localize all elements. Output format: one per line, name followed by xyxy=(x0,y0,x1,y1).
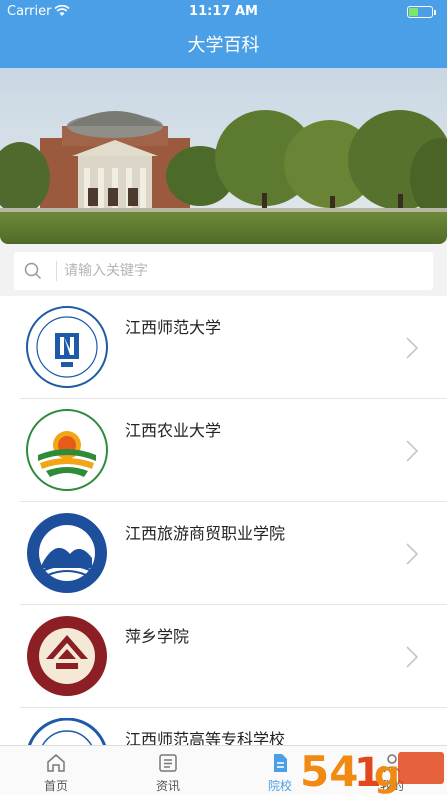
tab-news[interactable]: 资讯 xyxy=(112,746,224,795)
home-icon xyxy=(47,754,65,772)
status-bar: Carrier 11:17 AM xyxy=(0,0,447,24)
clock: 11:17 AM xyxy=(189,4,258,19)
school-logo-pxu xyxy=(27,616,107,696)
school-name: 江西农业大学 xyxy=(125,421,222,440)
school-logo-jxtcvc xyxy=(27,513,107,593)
chevron-right-icon xyxy=(406,646,419,668)
chevron-right-icon xyxy=(406,440,419,462)
search-input[interactable] xyxy=(64,256,424,286)
search-area xyxy=(0,244,447,296)
chevron-right-icon xyxy=(406,543,419,565)
school-list: 江西师范大学 江西农业大学 江西旅游商贸职业学院 萍乡学院 江西师范高等专科学校 xyxy=(0,296,447,745)
search-divider xyxy=(56,261,57,281)
school-name: 萍乡学院 xyxy=(125,627,190,646)
nav-bar: 大学百科 xyxy=(0,24,447,68)
school-name: 江西旅游商贸职业学院 xyxy=(125,524,286,543)
school-icon xyxy=(274,754,287,772)
svg-text:54: 54 xyxy=(300,747,358,795)
page-title: 大学百科 xyxy=(187,35,260,56)
campus-auditorium-photo xyxy=(0,68,447,244)
school-row[interactable]: 江西旅游商贸职业学院 xyxy=(0,502,447,605)
school-name: 江西师范大学 xyxy=(125,318,222,337)
banner-image[interactable] xyxy=(0,68,447,244)
search-box[interactable] xyxy=(14,252,433,290)
svg-text:g: g xyxy=(374,754,400,795)
tab-label: 资讯 xyxy=(155,779,180,793)
tab-home[interactable]: 首页 xyxy=(0,746,112,795)
battery-icon xyxy=(407,6,436,18)
school-row[interactable]: 江西师范大学 xyxy=(0,296,447,399)
school-logo-jxnu xyxy=(26,306,108,388)
school-logo-jxnc xyxy=(27,718,107,745)
chevron-right-icon xyxy=(406,337,419,359)
tab-label: 首页 xyxy=(43,779,68,793)
watermark-logo: 54 1 g xyxy=(300,747,444,795)
news-icon xyxy=(159,754,177,772)
school-logo-jxau xyxy=(26,409,108,491)
school-row[interactable]: 萍乡学院 xyxy=(0,605,447,708)
school-name: 江西师范高等专科学校 xyxy=(125,730,286,745)
search-icon xyxy=(24,262,42,280)
school-row[interactable]: 江西师范高等专科学校 xyxy=(0,708,447,745)
school-row[interactable]: 江西农业大学 xyxy=(0,399,447,502)
